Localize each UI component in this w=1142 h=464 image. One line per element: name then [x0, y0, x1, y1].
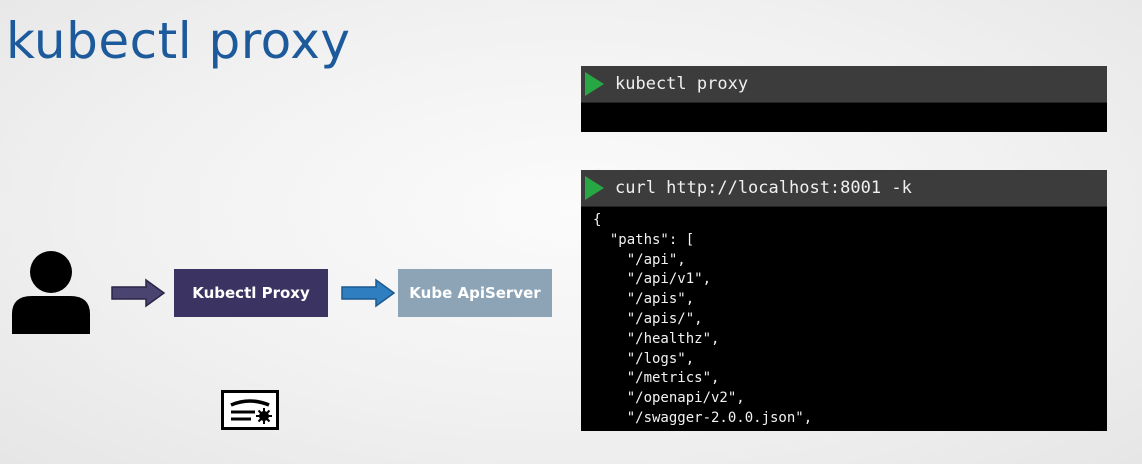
terminal-command: kubectl proxy: [615, 74, 749, 94]
output-line: "/api",: [593, 251, 686, 268]
arrow-right-icon: [341, 278, 396, 308]
output-line: "/logs",: [593, 350, 695, 367]
terminal-header: kubectl proxy: [581, 66, 1107, 103]
kubectl-proxy-box: Kubectl Proxy: [174, 269, 328, 317]
terminal-header: curl http://localhost:8001 -k: [581, 170, 1107, 207]
output-line: {: [593, 212, 602, 228]
terminal-command: curl http://localhost:8001 -k: [615, 178, 912, 198]
kubectl-proxy-label: Kubectl Proxy: [192, 284, 310, 302]
output-line: "/openapi/v2",: [593, 390, 745, 407]
output-line: "/apis",: [593, 291, 695, 308]
output-line: "/healthz",: [593, 330, 720, 347]
page-title: kubectl proxy: [6, 12, 351, 70]
play-icon: [585, 176, 604, 200]
kube-apiserver-label: Kube ApiServer: [409, 284, 541, 302]
terminal-curl: curl http://localhost:8001 -k { "paths":…: [581, 170, 1107, 431]
output-line: "/api/v1",: [593, 271, 712, 288]
output-line: "/apis/",: [593, 310, 703, 327]
play-icon: [585, 72, 604, 96]
certificate-icon: [221, 390, 279, 430]
arrow-right-icon: [111, 278, 166, 308]
terminal-proxy: kubectl proxy Starting to serve on 127.0…: [581, 66, 1107, 183]
terminal-output: { "paths": [ "/api", "/api/v1", "/apis",…: [581, 207, 1107, 431]
output-line: "/swagger-2.0.0.json",: [593, 409, 813, 426]
output-line: "paths": [: [593, 231, 695, 248]
output-line: "/metrics",: [593, 370, 720, 387]
terminal-output: Starting to serve on 127.0.0.1:8001: [581, 103, 1107, 183]
person-icon: [12, 251, 90, 334]
kube-apiserver-box: Kube ApiServer: [398, 269, 552, 317]
